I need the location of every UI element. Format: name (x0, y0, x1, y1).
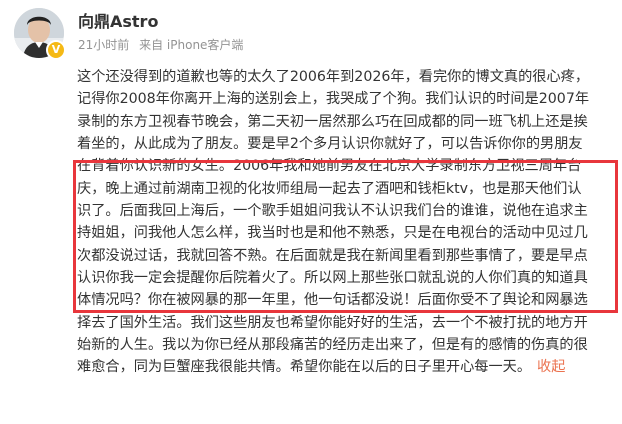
verified-badge-icon: V (46, 40, 66, 60)
post-line: 识了。后面我回上海后，一个歌手姐姐问我认不认识我们台的谁谁，说他在追求主 (77, 203, 588, 220)
post-meta: 向鼎Astro 21小时前 来自 iPhone客户端 (78, 8, 249, 53)
post-line: 在背着你认识新的女生。2006年我和她前男友在北京大学录制东方卫视三周年台 (77, 158, 582, 175)
post-line: 着坐的，从此成为了朋友。要是早2个多月认识你就好了，可以告诉你你的男朋友 (77, 136, 583, 153)
post-line-last: 难愈合，同为巨蟹座我很能共情。希望你能在以后的日子里开心每一天。 收起 (77, 356, 617, 378)
avatar-container[interactable]: V (14, 8, 66, 60)
post-line: 始新的人生。我以为你已经从那段痛苦的经历走出来了，但是有的感情的伤真的很 (77, 337, 588, 354)
collapse-link[interactable]: 收起 (537, 359, 565, 375)
post-source: 来自 iPhone客户端 (139, 38, 244, 52)
username-link[interactable]: 向鼎Astro (78, 11, 249, 33)
post-body: 这个还没得到的道歉也等的太久了2006年到2026年，看完你的博文真的很心疼， … (77, 66, 617, 379)
post-time[interactable]: 21小时前 (78, 38, 129, 52)
post-line: 记得你2008年你离开上海的送别会上，我哭成了个狗。我们认识的时间是2007年 (77, 91, 590, 108)
post-line: 次都没说过话，我就回答不熟。在后面就是我在新闻里看到那些事情了，要是早点 (77, 247, 588, 264)
weibo-post: V 向鼎Astro 21小时前 来自 iPhone客户端 这个还没得到的道歉也等… (0, 0, 622, 424)
post-line: 庆，晚上通过前湖南卫视的化妆师组局一起去了酒吧和钱柜ktv，也是那天他们认 (77, 180, 582, 197)
post-line: 认识你我一定会提醒你后院着火了。所以网上那些张口就乱说的人你们真的知道具 (77, 270, 588, 287)
post-line-text: 难愈合，同为巨蟹座我很能共情。希望你能在以后的日子里开心每一天。 (77, 359, 532, 376)
post-subline: 21小时前 来自 iPhone客户端 (78, 37, 249, 53)
post-line: 这个还没得到的道歉也等的太久了2006年到2026年，看完你的博文真的很心疼， (77, 69, 590, 85)
post-line: 录制的东方卫视春节晚会，第二天初一居然那么巧在回成都的同一班飞机上还是挨 (77, 113, 588, 130)
post-line: 持姐姐，问我他人怎么样，我当时也是和他不熟悉，只是在电视台的活动中见过几 (77, 225, 588, 242)
post-line: 择去了国外生活。我们这些朋友也希望你能好好的生活，去一个不被打扰的地方开 (77, 314, 588, 331)
post-header: V 向鼎Astro 21小时前 来自 iPhone客户端 (14, 8, 249, 72)
post-line: 体情况吗？你在被网暴的那一年里，他一句话都没说！后面你受不了舆论和网暴选 (77, 292, 588, 309)
